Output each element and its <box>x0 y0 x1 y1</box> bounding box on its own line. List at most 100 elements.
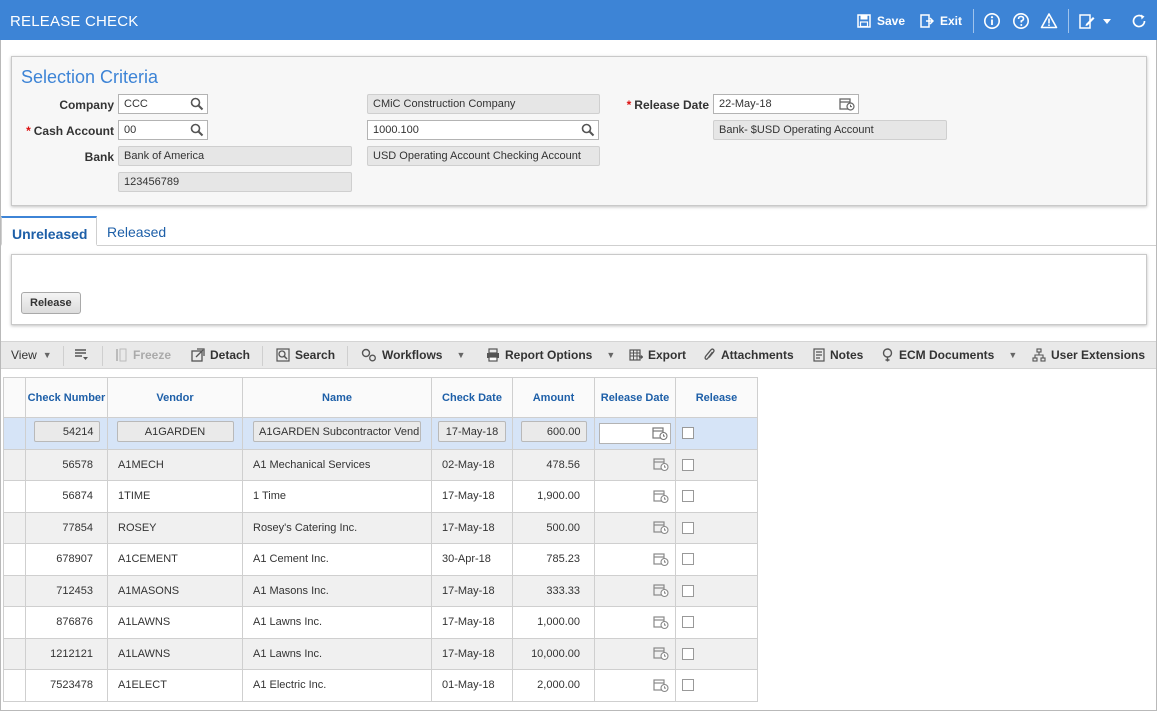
gl-account-input[interactable]: 1000.100 <box>367 120 599 140</box>
search-button[interactable]: Search <box>276 348 335 362</box>
row-selector[interactable] <box>3 543 26 576</box>
tab-released[interactable]: Released <box>97 216 176 246</box>
cash-account-input[interactable]: 00 <box>118 120 208 140</box>
amount-cell: 500.00 <box>512 511 595 544</box>
row-selector[interactable] <box>3 480 26 513</box>
notes-button[interactable]: Notes <box>813 348 863 362</box>
exit-icon <box>920 14 934 28</box>
save-label: Save <box>877 14 906 28</box>
table-row[interactable]: 678907 A1CEMENT A1 Cement Inc. 30-Apr-18… <box>3 543 758 576</box>
calendar-icon[interactable] <box>653 615 669 630</box>
column-header-check-number[interactable]: Check Number <box>25 377 108 418</box>
column-settings-button[interactable] <box>74 348 94 362</box>
exit-button[interactable]: Exit <box>920 11 962 31</box>
table-row[interactable]: 7523478 A1ELECT A1 Electric Inc. 01-May-… <box>3 669 758 702</box>
release-checkbox[interactable] <box>682 553 694 566</box>
workflows-menu[interactable]: Workflows ▼ <box>361 348 465 362</box>
vendor-cell: A1LAWNS <box>107 606 243 639</box>
export-button[interactable]: Export <box>629 348 686 362</box>
toolbar-divider <box>63 346 64 366</box>
column-header-release-date[interactable]: Release Date <box>594 377 676 418</box>
vendor-cell: A1LAWNS <box>107 637 243 670</box>
release-checkbox[interactable] <box>682 647 694 660</box>
vendor-field[interactable]: A1GARDEN <box>116 421 234 443</box>
amount-field[interactable]: 600.00 <box>520 421 587 443</box>
release-date-input[interactable]: 22-May-18 <box>713 94 859 114</box>
row-selector[interactable] <box>3 448 26 481</box>
save-button[interactable]: Save <box>857 11 905 31</box>
amount-cell: 333.33 <box>512 574 595 607</box>
check-number-cell: 678907 <box>25 543 108 576</box>
column-header-release[interactable]: Release <box>675 377 758 418</box>
user-extensions-button[interactable]: User Extensions <box>1032 348 1145 362</box>
search-icon[interactable] <box>190 97 204 111</box>
row-selector[interactable] <box>3 637 26 670</box>
check-number-field[interactable]: 54214 <box>33 421 100 443</box>
calendar-icon[interactable] <box>653 457 669 472</box>
help-icon[interactable] <box>1012 12 1030 30</box>
release-checkbox[interactable] <box>682 616 694 629</box>
company-input[interactable]: CCC <box>118 94 208 114</box>
tab-bar: Unreleased Released <box>1 216 1156 246</box>
calendar-icon[interactable] <box>653 646 669 661</box>
detach-button[interactable]: Detach <box>191 348 250 362</box>
search-icon <box>276 348 290 362</box>
calendar-icon[interactable] <box>653 583 669 598</box>
column-header-amount[interactable]: Amount <box>512 377 595 418</box>
row-selector[interactable] <box>3 417 26 450</box>
info-icon[interactable] <box>983 12 1001 30</box>
check-date-field[interactable]: 17-May-18 <box>438 421 506 443</box>
search-icon[interactable] <box>581 123 595 137</box>
release-button[interactable]: Release <box>21 292 81 314</box>
calendar-icon[interactable] <box>653 489 669 504</box>
warning-icon[interactable] <box>1040 12 1058 30</box>
release-checkbox[interactable] <box>682 584 694 597</box>
bank-label: Bank <box>84 150 114 164</box>
calendar-icon[interactable] <box>653 520 669 535</box>
table-row[interactable]: 56874 1TIME 1 Time 17-May-18 1,900.00 <box>3 480 758 513</box>
release-checkbox[interactable] <box>682 490 694 503</box>
toolbar-divider <box>347 346 348 366</box>
name-field[interactable]: A1GARDEN Subcontractor Vend <box>253 421 421 443</box>
view-menu[interactable]: View ▼ <box>11 348 52 362</box>
check-number-cell: 876876 <box>25 606 108 639</box>
refresh-icon[interactable] <box>1130 12 1148 30</box>
report-options-menu[interactable]: Report Options ▼ <box>486 348 615 362</box>
tab-unreleased[interactable]: Unreleased <box>1 216 97 246</box>
edit-icon[interactable] <box>1078 12 1096 30</box>
row-selector[interactable] <box>3 511 26 544</box>
release-checkbox[interactable] <box>682 458 694 471</box>
check-number-cell: 56874 <box>25 480 108 513</box>
chevron-down-icon[interactable] <box>1101 12 1113 30</box>
table-header-row: Check Number Vendor Name Check Date Amou… <box>3 377 758 418</box>
calendar-icon[interactable] <box>652 426 668 441</box>
check-number-cell: 77854 <box>25 511 108 544</box>
table-row[interactable]: 1212121 A1LAWNS A1 Lawns Inc. 17-May-18 … <box>3 637 758 670</box>
column-header-check-date[interactable]: Check Date <box>431 377 513 418</box>
row-selector[interactable] <box>3 606 26 639</box>
freeze-button[interactable]: Freeze <box>114 348 171 362</box>
table-row[interactable]: 54214 A1GARDEN A1GARDEN Subcontractor Ve… <box>3 417 758 450</box>
table-row[interactable]: 56578 A1MECH A1 Mechanical Services 02-M… <box>3 448 758 481</box>
calendar-icon[interactable] <box>653 552 669 567</box>
row-selector[interactable] <box>3 574 26 607</box>
table-row[interactable]: 712453 A1MASONS A1 Masons Inc. 17-May-18… <box>3 574 758 607</box>
grid-toolbar: View ▼ Freeze Detach Search Workflows ▼ Re… <box>1 341 1156 369</box>
name-cell: A1 Electric Inc. <box>242 669 432 702</box>
calendar-icon[interactable] <box>839 97 855 111</box>
column-header-name[interactable]: Name <box>242 377 432 418</box>
name-cell: A1 Cement Inc. <box>242 543 432 576</box>
table-row[interactable]: 77854 ROSEY Rosey's Catering Inc. 17-May… <box>3 511 758 544</box>
user-extensions-icon <box>1032 348 1046 362</box>
row-selector[interactable] <box>3 669 26 702</box>
release-checkbox[interactable] <box>682 521 694 534</box>
attachments-button[interactable]: Attachments <box>704 348 794 362</box>
table-row[interactable]: 876876 A1LAWNS A1 Lawns Inc. 17-May-18 1… <box>3 606 758 639</box>
release-checkbox[interactable] <box>682 427 694 440</box>
release-date-cell-input[interactable] <box>599 422 671 444</box>
search-icon[interactable] <box>190 123 204 137</box>
column-header-vendor[interactable]: Vendor <box>107 377 243 418</box>
ecm-documents-menu[interactable]: ECM Documents ▼ <box>881 348 1017 362</box>
release-checkbox[interactable] <box>682 679 694 692</box>
calendar-icon[interactable] <box>653 678 669 693</box>
